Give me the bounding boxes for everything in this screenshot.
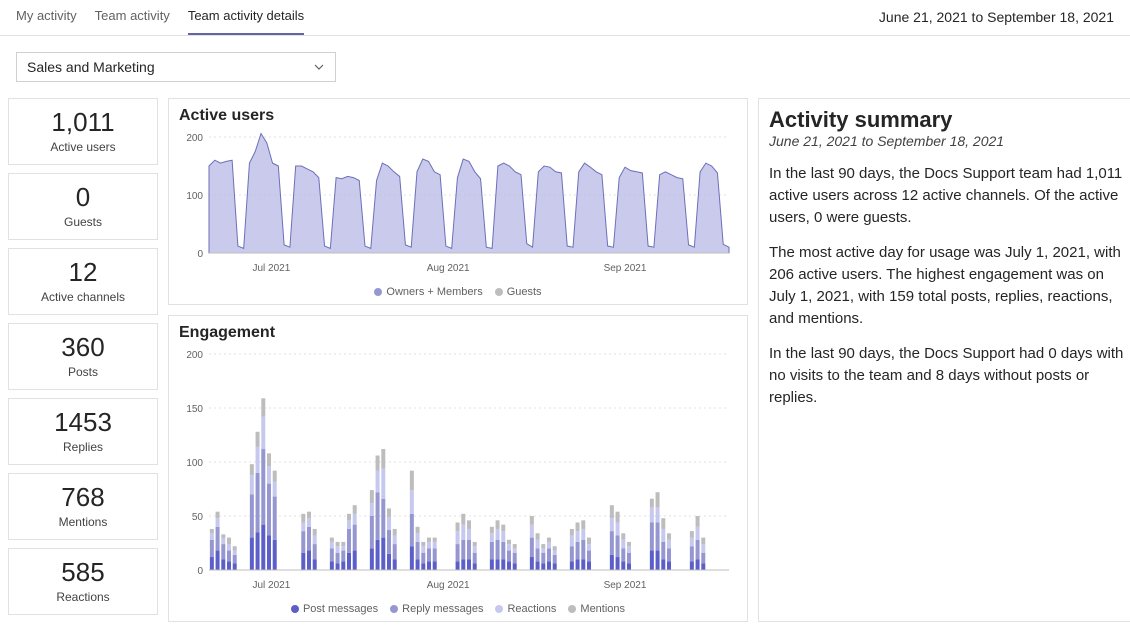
stat-value: 0 [15, 182, 151, 213]
stat-card-active-users[interactable]: 1,011 Active users [8, 98, 158, 165]
active-users-chart[interactable]: 0 100 200 Jul 2021 Aug 2021 Sep 2021 [179, 131, 737, 284]
team-select-value: Sales and Marketing [27, 59, 155, 75]
tab-team-activity[interactable]: Team activity [95, 0, 170, 35]
summary-body: In the last 90 days, the Docs Support te… [769, 163, 1130, 409]
activity-summary-card: Activity summary June 21, 2021 to Septem… [758, 98, 1130, 622]
tab-team-activity-details[interactable]: Team activity details [188, 0, 304, 35]
svg-text:Jul 2021: Jul 2021 [252, 263, 290, 274]
tab-my-activity[interactable]: My activity [16, 0, 77, 35]
stat-label: Guests [15, 215, 151, 229]
stat-value: 768 [15, 482, 151, 513]
summary-paragraph: In the last 90 days, the Docs Support te… [769, 163, 1130, 228]
stat-value: 585 [15, 557, 151, 588]
summary-title: Activity summary [769, 107, 1130, 133]
stat-label: Replies [15, 440, 151, 454]
svg-text:50: 50 [192, 512, 204, 523]
summary-paragraph: In the last 90 days, the Docs Support ha… [769, 343, 1130, 408]
stat-value: 1,011 [15, 107, 151, 138]
stat-label: Active channels [15, 290, 151, 304]
stat-value: 12 [15, 257, 151, 288]
tabs: My activity Team activity Team activity … [16, 0, 304, 35]
stat-label: Reactions [15, 590, 151, 604]
team-select-dropdown[interactable]: Sales and Marketing [16, 52, 336, 82]
svg-text:Sep 2021: Sep 2021 [604, 580, 647, 591]
stat-card-replies[interactable]: 1453 Replies [8, 398, 158, 465]
chart-legend: Post messages Reply messages Reactions M… [179, 603, 737, 615]
chart-title: Engagement [179, 324, 737, 342]
stat-card-guests[interactable]: 0 Guests [8, 173, 158, 240]
stat-value: 1453 [15, 407, 151, 438]
top-bar: My activity Team activity Team activity … [0, 0, 1130, 36]
svg-text:0: 0 [197, 566, 203, 577]
stat-card-active-channels[interactable]: 12 Active channels [8, 248, 158, 315]
stat-column: 1,011 Active users 0 Guests 12 Active ch… [8, 98, 158, 622]
engagement-chart[interactable]: 0 50 100 150 200 Jul 2021 Aug 2021 Sep 2021 [179, 348, 737, 601]
svg-text:Aug 2021: Aug 2021 [427, 580, 470, 591]
svg-text:200: 200 [186, 350, 203, 361]
stat-label: Active users [15, 140, 151, 154]
stat-card-posts[interactable]: 360 Posts [8, 323, 158, 390]
chart-title: Active users [179, 107, 737, 125]
stat-value: 360 [15, 332, 151, 363]
charts-column: Active users 0 100 200 Jul 2021 Aug 2021 Sep … [168, 98, 748, 622]
svg-text:100: 100 [186, 458, 203, 469]
svg-text:Sep 2021: Sep 2021 [604, 263, 647, 274]
chevron-down-icon [313, 61, 325, 73]
svg-text:150: 150 [186, 404, 203, 415]
stat-label: Posts [15, 365, 151, 379]
stat-label: Mentions [15, 515, 151, 529]
stat-card-mentions[interactable]: 768 Mentions [8, 473, 158, 540]
chart-legend: Owners + Members Guests [179, 286, 737, 298]
active-users-chart-card: Active users 0 100 200 Jul 2021 Aug 2021 Sep … [168, 98, 748, 305]
summary-subtitle: June 21, 2021 to September 18, 2021 [769, 133, 1130, 149]
stat-card-reactions[interactable]: 585 Reactions [8, 548, 158, 615]
svg-text:Aug 2021: Aug 2021 [427, 263, 470, 274]
svg-text:200: 200 [186, 133, 203, 144]
summary-paragraph: The most active day for usage was July 1… [769, 242, 1130, 329]
date-range-label: June 21, 2021 to September 18, 2021 [879, 9, 1114, 35]
svg-text:Jul 2021: Jul 2021 [252, 580, 290, 591]
engagement-chart-card: Engagement 0 50 100 150 200 Jul 2021 Aug 2021 S… [168, 315, 748, 622]
svg-text:0: 0 [197, 249, 203, 260]
svg-text:100: 100 [186, 191, 203, 202]
